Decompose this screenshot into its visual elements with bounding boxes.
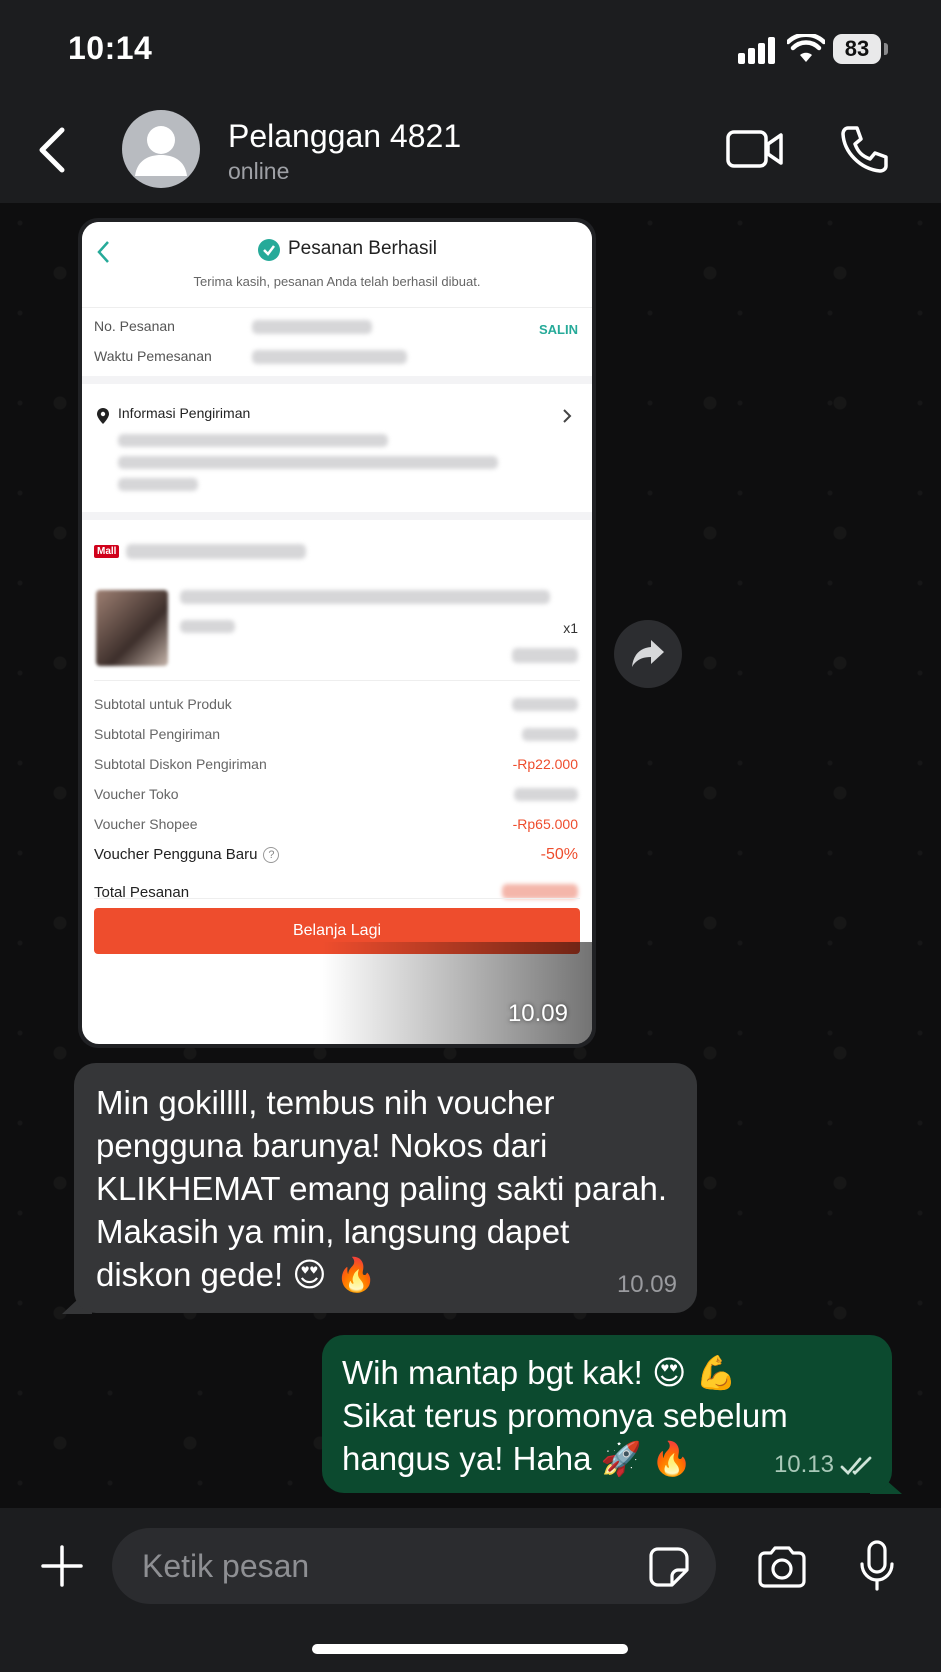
divider [94, 680, 580, 681]
default-avatar-icon [135, 126, 187, 176]
shipping-info-label: Informasi Pengiriman [118, 405, 251, 421]
timestamp-shade [322, 942, 592, 1044]
video-call-icon[interactable] [726, 128, 784, 170]
help-icon: ? [263, 847, 280, 863]
product-thumbnail [96, 590, 168, 666]
home-indicator [312, 1644, 628, 1654]
summary-label: Voucher Shopee [94, 816, 198, 832]
order-number-redacted [252, 320, 372, 334]
summary-label: Subtotal Pengiriman [94, 726, 221, 742]
new-user-voucher-label: Voucher Pengguna Baru [94, 846, 258, 863]
summary-value-redacted [514, 788, 578, 801]
summary-value-redacted [512, 698, 578, 711]
total-value-redacted [502, 884, 578, 899]
avatar[interactable] [122, 110, 200, 188]
screenshot-header: Pesanan Berhasil Terima kasih, pesanan A… [82, 222, 592, 308]
contact-status: online [228, 158, 290, 184]
incoming-message-time: 10.09 [616, 1271, 677, 1298]
mall-badge: Mall [94, 545, 120, 558]
image-message-bubble[interactable]: Pesanan Berhasil Terima kasih, pesanan A… [78, 218, 596, 1048]
battery-cap [884, 43, 888, 55]
plus-icon[interactable] [40, 1544, 84, 1588]
store-name-redacted [126, 544, 306, 559]
product-name-redacted [180, 590, 550, 604]
order-number-label: No. Pesanan [94, 318, 175, 334]
summary-label: Subtotal Diskon Pengiriman [94, 756, 267, 772]
contact-name[interactable]: Pelanggan 4821 [228, 118, 461, 155]
product-price-redacted [512, 648, 578, 663]
battery-icon: 83 [833, 34, 881, 64]
phone-call-icon[interactable] [840, 124, 888, 174]
message-input[interactable] [112, 1528, 716, 1604]
chevron-right-icon [563, 409, 572, 423]
microphone-icon[interactable] [858, 1540, 896, 1592]
success-check-icon [258, 239, 280, 261]
section-divider [82, 512, 592, 520]
product-quantity: x1 [563, 620, 578, 636]
status-time: 10:14 [68, 30, 153, 66]
double-check-read-icon [840, 1456, 872, 1476]
outgoing-message-time: 10.13 [773, 1451, 834, 1478]
divider [94, 898, 580, 899]
chat-header: Pelanggan 4821 online [0, 100, 941, 203]
new-user-voucher-row: Voucher Pengguna Baru? [94, 846, 280, 863]
screenshot-back-icon [97, 241, 109, 263]
location-pin-icon [97, 408, 109, 424]
order-time-label: Waktu Pemesanan [94, 348, 212, 364]
status-bar: 10:14 83 [0, 0, 941, 100]
forward-icon [632, 640, 664, 667]
cellular-signal-icon [738, 36, 778, 64]
address-line-redacted [118, 478, 198, 491]
new-user-voucher-value: -50% [540, 846, 578, 863]
incoming-message-text: Min gokillll, tembus nih voucher penggun… [96, 1084, 668, 1293]
summary-label: Voucher Toko [94, 786, 179, 802]
back-arrow-icon[interactable] [36, 126, 66, 174]
section-divider [82, 376, 592, 384]
product-variant-redacted [180, 620, 235, 633]
camera-icon[interactable] [756, 1546, 808, 1588]
summary-value-redacted [522, 728, 578, 741]
order-screenshot[interactable]: Pesanan Berhasil Terima kasih, pesanan A… [82, 222, 592, 1044]
summary-value: -Rp22.000 [512, 756, 578, 772]
screenshot-title: Pesanan Berhasil [288, 238, 437, 259]
outgoing-message-bubble[interactable]: Wih mantap bgt kak! 😍 💪 Sikat terus prom… [322, 1335, 892, 1493]
address-line-redacted [118, 456, 498, 469]
incoming-message-bubble[interactable]: Min gokillll, tembus nih voucher penggun… [74, 1063, 697, 1313]
composer-bar [0, 1508, 941, 1672]
copy-label: SALIN [539, 322, 578, 337]
sticker-icon[interactable] [648, 1546, 690, 1588]
screenshot-subtitle: Terima kasih, pesanan Anda telah berhasi… [193, 274, 481, 289]
order-time-redacted [252, 350, 407, 364]
forward-button[interactable] [614, 620, 682, 688]
summary-label: Subtotal untuk Produk [94, 696, 232, 712]
wifi-icon [787, 34, 825, 62]
summary-value: -Rp65.000 [512, 816, 578, 832]
image-message-time: 10.09 [507, 1000, 568, 1027]
address-line-redacted [118, 434, 388, 447]
